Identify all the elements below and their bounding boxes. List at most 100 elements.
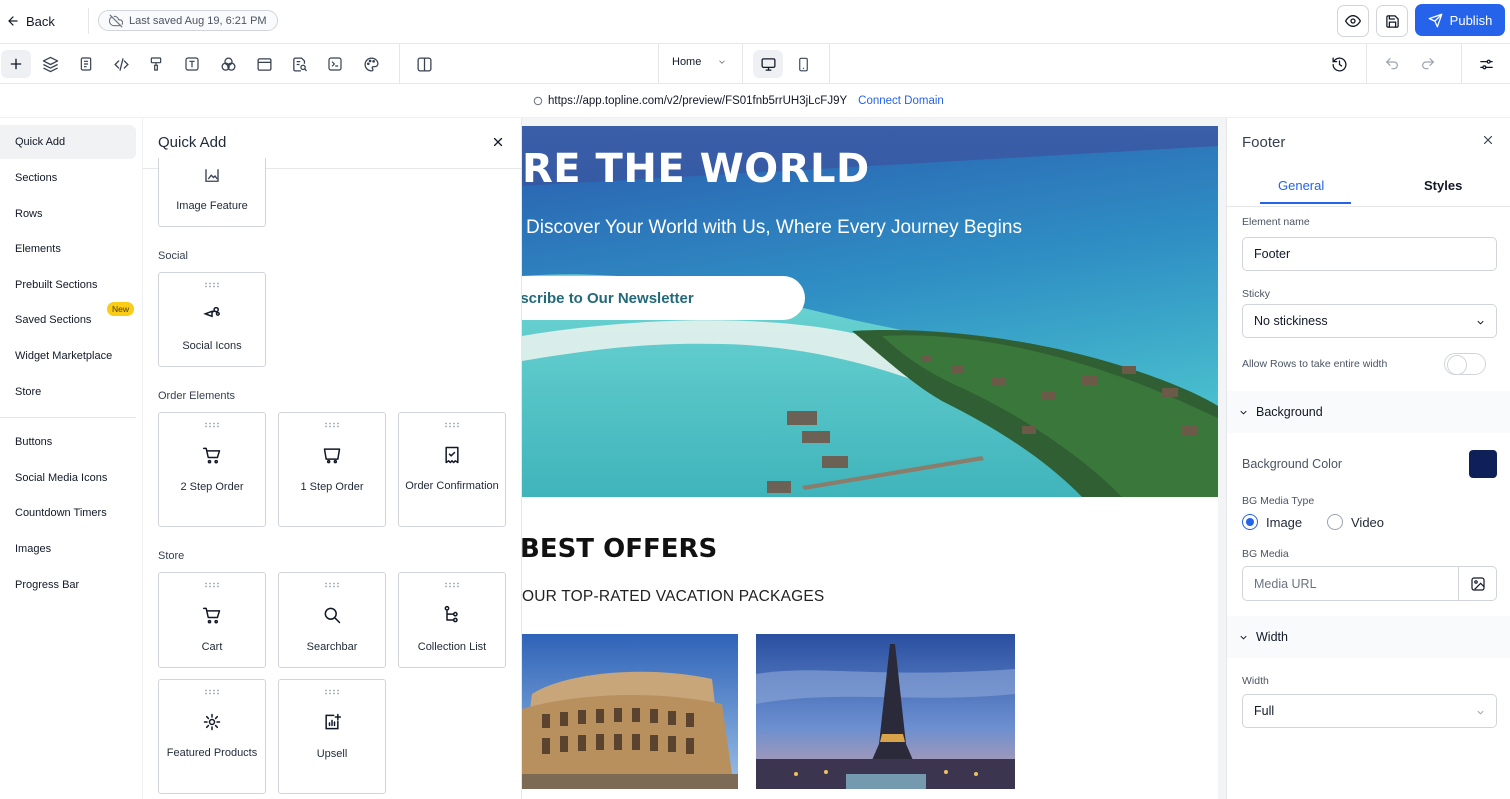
bg-media-label: BG Media xyxy=(1242,548,1289,560)
offers-subtitle[interactable]: OUR TOP-RATED VACATION PACKAGES xyxy=(522,588,824,606)
hero-section[interactable]: RE THE WORLD Discover Your World with Us… xyxy=(522,126,1218,497)
shapes-button[interactable] xyxy=(215,52,241,76)
bg-media-type-label: BG Media Type xyxy=(1242,495,1315,507)
redo-button[interactable] xyxy=(1415,52,1441,76)
page-preview[interactable]: RE THE WORLD Discover Your World with Us… xyxy=(522,126,1218,799)
image-feature-icon xyxy=(200,164,224,188)
nav-item-store[interactable]: Store xyxy=(0,375,136,409)
close-button[interactable] xyxy=(1481,133,1495,147)
nav-item-rows[interactable]: Rows xyxy=(0,197,136,231)
width-section-header[interactable]: Width xyxy=(1227,616,1510,658)
cart-icon xyxy=(200,443,224,467)
editor-canvas[interactable]: RE THE WORLD Discover Your World with Us… xyxy=(522,118,1226,799)
element-card-social-icons[interactable]: Social Icons xyxy=(158,272,266,367)
close-button[interactable] xyxy=(491,135,505,149)
settings-button[interactable] xyxy=(1473,52,1499,76)
colosseum-picture xyxy=(522,634,738,789)
layers-button[interactable] xyxy=(37,52,63,76)
media-type-video-radio[interactable]: Video xyxy=(1327,514,1384,530)
palette-icon xyxy=(363,56,380,73)
element-card-searchbar[interactable]: Searchbar xyxy=(278,572,386,668)
nav-item-elements[interactable]: Elements xyxy=(0,232,136,266)
mobile-view-button[interactable] xyxy=(790,52,816,76)
mobile-icon xyxy=(796,56,811,73)
width-select[interactable]: Full xyxy=(1242,694,1497,728)
quick-add-panel: Quick Add Image Feature Social Social Ic… xyxy=(143,118,522,799)
hero-subtitle[interactable]: Discover Your World with Us, Where Every… xyxy=(526,217,1022,239)
seo-button[interactable] xyxy=(286,52,312,76)
element-card-order-confirmation[interactable]: Order Confirmation xyxy=(398,412,506,527)
sliders-icon xyxy=(1478,56,1495,73)
section-label: Social xyxy=(158,250,188,262)
publish-button[interactable]: Publish xyxy=(1415,4,1505,36)
element-card-1-step-order[interactable]: 1 Step Order xyxy=(278,412,386,527)
eiffel-tower-image[interactable] xyxy=(756,634,1015,789)
url-wrap: https://app.topline.com/v2/preview/FS01f… xyxy=(533,95,944,107)
nav-item-sections[interactable]: Sections xyxy=(0,161,136,195)
element-card-cart[interactable]: Cart xyxy=(158,572,266,668)
add-element-button[interactable] xyxy=(1,50,31,78)
back-button[interactable]: Back xyxy=(6,10,55,32)
history-icon xyxy=(1331,56,1348,73)
nav-item-countdown-timers[interactable]: Countdown Timers xyxy=(0,496,136,530)
save-button[interactable] xyxy=(1376,5,1408,37)
theme-button[interactable] xyxy=(358,52,384,76)
nav-item-quick-add[interactable]: Quick Add xyxy=(0,125,136,159)
divider xyxy=(88,8,89,34)
bg-color-swatch[interactable] xyxy=(1469,450,1497,478)
nav-item-buttons[interactable]: Buttons xyxy=(0,425,136,459)
tab-general[interactable]: General xyxy=(1278,178,1324,193)
newsletter-button-label: Subscribe to Our Newsletter xyxy=(522,289,694,307)
paint-button[interactable] xyxy=(143,52,169,76)
send-icon xyxy=(1428,13,1443,28)
hero-title[interactable]: RE THE WORLD xyxy=(522,146,870,192)
top-bar: Back Last saved Aug 19, 6:21 PM Publish xyxy=(0,0,1510,44)
sticky-select[interactable]: No stickiness xyxy=(1242,304,1497,338)
section-label: Store xyxy=(158,550,185,562)
element-card-2-step-order[interactable]: 2 Step Order xyxy=(158,412,266,527)
split-view-button[interactable] xyxy=(411,52,437,76)
element-name-input[interactable]: Footer xyxy=(1242,237,1497,271)
offers-title[interactable]: BEST OFFERS xyxy=(522,534,717,564)
divider xyxy=(829,44,830,84)
desktop-view-button[interactable] xyxy=(753,50,783,78)
media-url-input[interactable]: Media URL xyxy=(1242,566,1459,601)
element-card-image-feature[interactable]: Image Feature xyxy=(158,158,266,227)
tab-styles[interactable]: Styles xyxy=(1424,178,1462,193)
nav-item-progress-bar[interactable]: Progress Bar xyxy=(0,568,136,602)
terminal-icon xyxy=(327,56,343,72)
text-icon xyxy=(184,56,200,72)
cloud-off-icon xyxy=(109,14,123,28)
typography-button[interactable] xyxy=(179,52,205,76)
radio-label: Image xyxy=(1266,514,1303,530)
code-button[interactable] xyxy=(108,52,134,76)
undo-button[interactable] xyxy=(1379,52,1405,76)
nav-item-social-media-icons[interactable]: Social Media Icons xyxy=(0,461,136,495)
history-button[interactable] xyxy=(1326,52,1352,76)
radio-label: Video xyxy=(1351,514,1385,530)
allow-rows-toggle[interactable] xyxy=(1444,353,1486,375)
nav-item-images[interactable]: Images xyxy=(0,532,136,566)
popup-button[interactable] xyxy=(251,52,277,76)
nav-item-prebuilt-sections[interactable]: Prebuilt Sections xyxy=(0,268,136,302)
preview-button[interactable] xyxy=(1337,5,1369,37)
element-card-collection-list[interactable]: Collection List xyxy=(398,572,506,668)
chevron-down-icon xyxy=(1238,632,1249,643)
divider xyxy=(0,417,136,418)
page-select-value: Home xyxy=(672,56,702,68)
media-picker-button[interactable] xyxy=(1458,566,1497,601)
element-card-upsell[interactable]: Upsell xyxy=(278,679,386,794)
nav-item-widget-marketplace[interactable]: Widget Marketplace xyxy=(0,339,136,373)
element-card-featured-products[interactable]: Featured Products xyxy=(158,679,266,794)
page-select[interactable]: Home xyxy=(672,56,727,68)
media-type-image-radio[interactable]: Image xyxy=(1242,514,1302,530)
pages-button[interactable] xyxy=(73,52,99,76)
newsletter-button[interactable]: Subscribe to Our Newsletter xyxy=(522,276,805,320)
preview-url[interactable]: https://app.topline.com/v2/preview/FS01f… xyxy=(548,95,847,107)
colosseum-image[interactable] xyxy=(522,634,738,789)
connect-domain-link[interactable]: Connect Domain xyxy=(858,95,944,107)
drag-handle-icon xyxy=(445,422,459,428)
tracking-code-button[interactable] xyxy=(322,52,348,76)
cart-icon xyxy=(200,603,224,627)
background-section-header[interactable]: Background xyxy=(1227,391,1510,433)
